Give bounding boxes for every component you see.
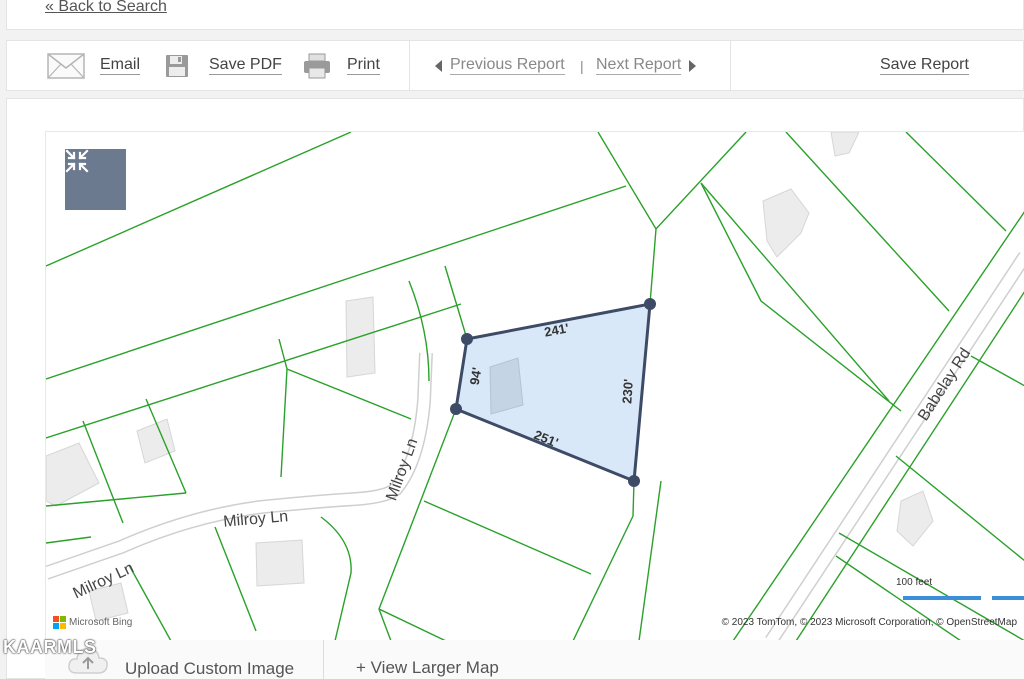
parcel-map[interactable]: 241' 94' 230' 251' Milroy Ln Milroy Ln M… [45, 131, 1024, 641]
view-larger-map-link[interactable]: + View Larger Map [356, 658, 499, 678]
bing-logo: Microsoft Bing [53, 616, 132, 629]
floppy-disk-icon [166, 54, 188, 77]
scale-label: 100 feet [896, 577, 933, 588]
caret-right-icon [689, 59, 697, 72]
previous-report-label: Previous Report [450, 56, 565, 75]
report-toolbar: Email Save PDF Print Previous Report | N… [6, 40, 1024, 91]
map-attribution: © 2023 TomTom, © 2023 Microsoft Corporat… [721, 617, 1017, 628]
save-pdf-label: Save PDF [209, 56, 282, 75]
printer-icon [304, 53, 330, 78]
top-bar: « Back to Search [6, 0, 1024, 30]
dimension-label-left: 94' [467, 366, 485, 386]
back-to-search-link[interactable]: « Back to Search [45, 0, 167, 16]
print-button[interactable]: Print [303, 41, 380, 90]
building-footprint [489, 357, 524, 415]
microsoft-logo-icon [53, 616, 66, 629]
street-label-babelay: Babelay Rd [915, 345, 974, 424]
collapse-arrows-icon [65, 149, 89, 173]
map-canvas: 241' 94' 230' 251' Milroy Ln Milroy Ln M… [46, 132, 1024, 641]
footer-divider [323, 640, 324, 679]
dimension-label-right: 230' [619, 378, 636, 404]
scale-bar [903, 596, 1024, 600]
previous-report-button[interactable]: Previous Report [435, 41, 565, 90]
print-label: Print [347, 56, 380, 75]
email-button[interactable]: Email [47, 41, 141, 90]
save-pdf-button[interactable]: Save PDF [165, 41, 282, 90]
save-report-button[interactable]: Save Report [880, 41, 969, 90]
collapse-map-button[interactable] [65, 149, 126, 210]
save-report-label: Save Report [880, 56, 969, 75]
email-label: Email [100, 56, 141, 75]
map-footer: Upload Custom Image + View Larger Map [45, 640, 1024, 679]
toolbar-divider [730, 41, 731, 90]
next-report-label: Next Report [596, 56, 682, 75]
nav-separator: | [580, 57, 584, 74]
upload-custom-image-button[interactable]: Upload Custom Image [67, 640, 294, 679]
map-provider-label: Microsoft Bing [69, 617, 133, 628]
upload-custom-image-label: Upload Custom Image [125, 658, 295, 678]
caret-left-icon [435, 59, 442, 72]
envelope-icon [47, 52, 85, 79]
next-report-button[interactable]: Next Report [596, 41, 697, 90]
mls-watermark: KAARMLS [3, 637, 97, 657]
toolbar-divider [409, 41, 410, 90]
